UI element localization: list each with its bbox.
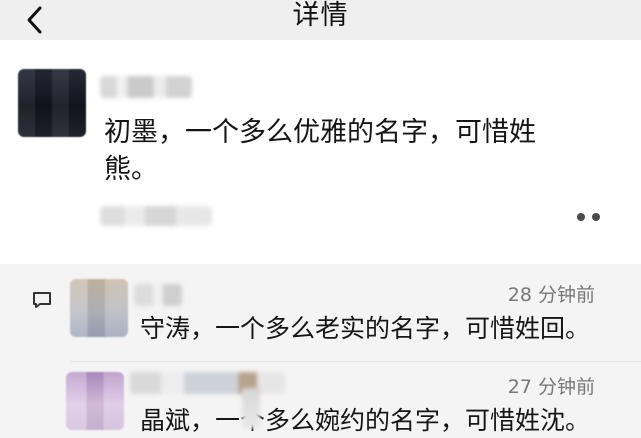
commenter-name-redacted [134, 284, 182, 306]
mosaic-patch [242, 388, 260, 428]
commenter-avatar[interactable] [70, 279, 128, 337]
more-button[interactable] [574, 210, 606, 224]
author-avatar[interactable] [18, 69, 86, 137]
comment-text: 守涛，一个多么老实的名字，可惜姓回。 [140, 314, 591, 343]
comment-time: 27 分钟前 [507, 376, 595, 398]
author-name-redacted [100, 76, 192, 98]
comment-icon [33, 292, 51, 308]
comment-section: 28 分钟前 守涛，一个多么老实的名字，可惜姓回。 27 分钟前 晶斌，一个多么… [0, 264, 641, 435]
comment-divider [70, 361, 641, 362]
post-card: 初墨，一个多么优雅的名字，可惜姓熊。 [0, 40, 641, 264]
post-text: 初墨，一个多么优雅的名字，可惜姓熊。 [104, 117, 536, 185]
top-bar: 详情 [0, 0, 641, 40]
more-icon-dot [592, 213, 600, 221]
commenter-avatar[interactable] [66, 372, 124, 430]
comment-time: 28 分钟前 [507, 284, 595, 306]
comment-text: 晶斌，一个多么婉约的名字，可惜姓沈。 [140, 406, 591, 435]
post-meta-redacted [100, 206, 212, 226]
commenter-name-redacted [130, 372, 285, 394]
more-icon-dot [577, 213, 585, 221]
page-title: 详情 [292, 0, 349, 31]
